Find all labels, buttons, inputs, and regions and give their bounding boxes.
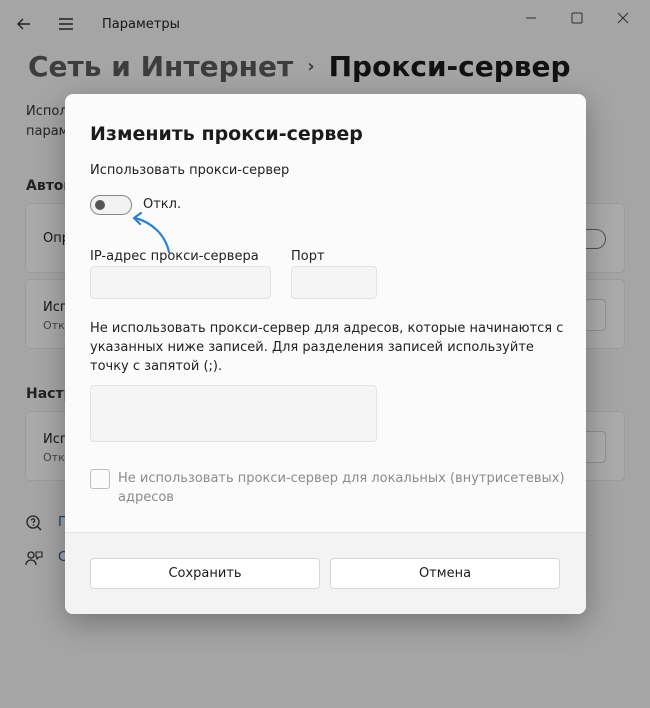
port-label: Порт xyxy=(291,249,325,264)
dialog-footer: Сохранить Отмена xyxy=(65,532,586,614)
save-button[interactable]: Сохранить xyxy=(90,558,320,589)
use-proxy-label: Использовать прокси-сервер xyxy=(90,163,290,178)
port-input[interactable] xyxy=(291,266,377,299)
local-bypass-checkbox[interactable] xyxy=(90,469,110,489)
edit-proxy-dialog: Изменить прокси-сервер Использовать прок… xyxy=(65,94,586,614)
toggle-state-label: Откл. xyxy=(143,197,182,212)
ip-address-input[interactable] xyxy=(90,266,271,299)
dialog-title: Изменить прокси-сервер xyxy=(90,123,363,145)
local-bypass-label: Не использовать прокси-сервер для локаль… xyxy=(118,471,565,505)
toggle-knob xyxy=(95,200,105,210)
exceptions-description: Не использовать прокси-сервер для адресо… xyxy=(90,321,564,374)
cancel-button[interactable]: Отмена xyxy=(330,558,560,589)
exceptions-textarea[interactable] xyxy=(90,385,377,442)
ip-address-label: IP-адрес прокси-сервера xyxy=(90,249,259,264)
